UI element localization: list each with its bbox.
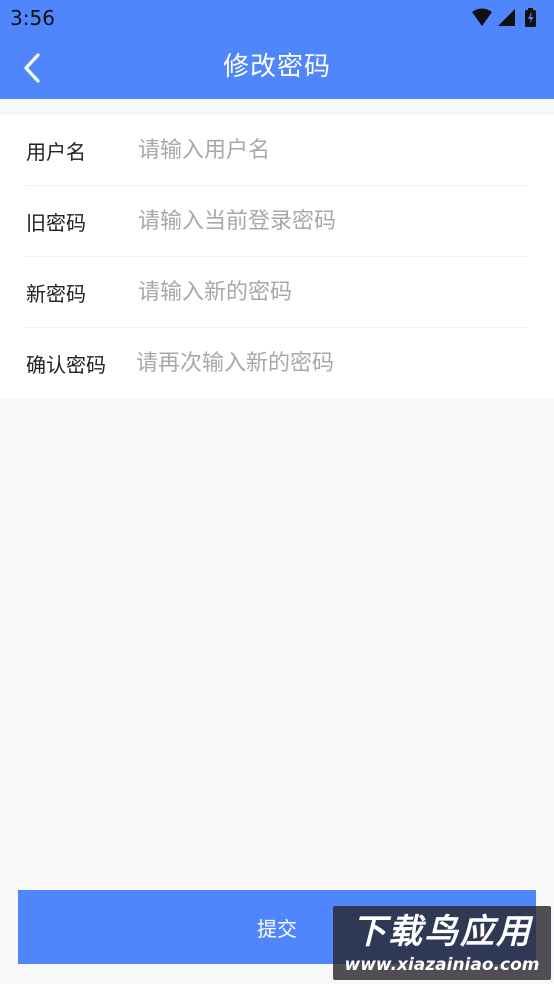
- username-input[interactable]: [138, 129, 498, 171]
- status-bar: 3:56: [0, 0, 554, 36]
- status-icons-svg: [472, 8, 536, 27]
- wifi-icon: [472, 8, 492, 26]
- new-password-row: 新密码: [26, 257, 528, 328]
- confirm-password-row: 确认密码: [26, 328, 528, 399]
- battery-icon: [525, 8, 536, 27]
- app-bar: 修改密码: [0, 36, 554, 99]
- status-time: 3:56: [10, 6, 55, 30]
- confirm-password-input[interactable]: [136, 342, 496, 384]
- old-password-row: 旧密码: [26, 186, 528, 257]
- confirm-password-label: 确认密码: [26, 353, 106, 377]
- watermark-logo: 下载鸟应用 www.xiazainiao.com: [333, 906, 551, 980]
- new-password-label: 新密码: [26, 282, 86, 306]
- status-icons: [470, 7, 546, 29]
- watermark-url: www.xiazainiao.com: [344, 955, 540, 975]
- change-password-form: 用户名 旧密码 新密码 确认密码: [0, 115, 554, 399]
- username-label: 用户名: [26, 140, 86, 164]
- username-row: 用户名: [26, 115, 528, 186]
- old-password-label: 旧密码: [26, 211, 86, 235]
- signal-icon: [498, 9, 515, 26]
- new-password-input[interactable]: [138, 271, 498, 313]
- watermark-title: 下载鸟应用: [352, 912, 532, 952]
- page-title: 修改密码: [222, 52, 331, 82]
- old-password-input[interactable]: [138, 200, 498, 242]
